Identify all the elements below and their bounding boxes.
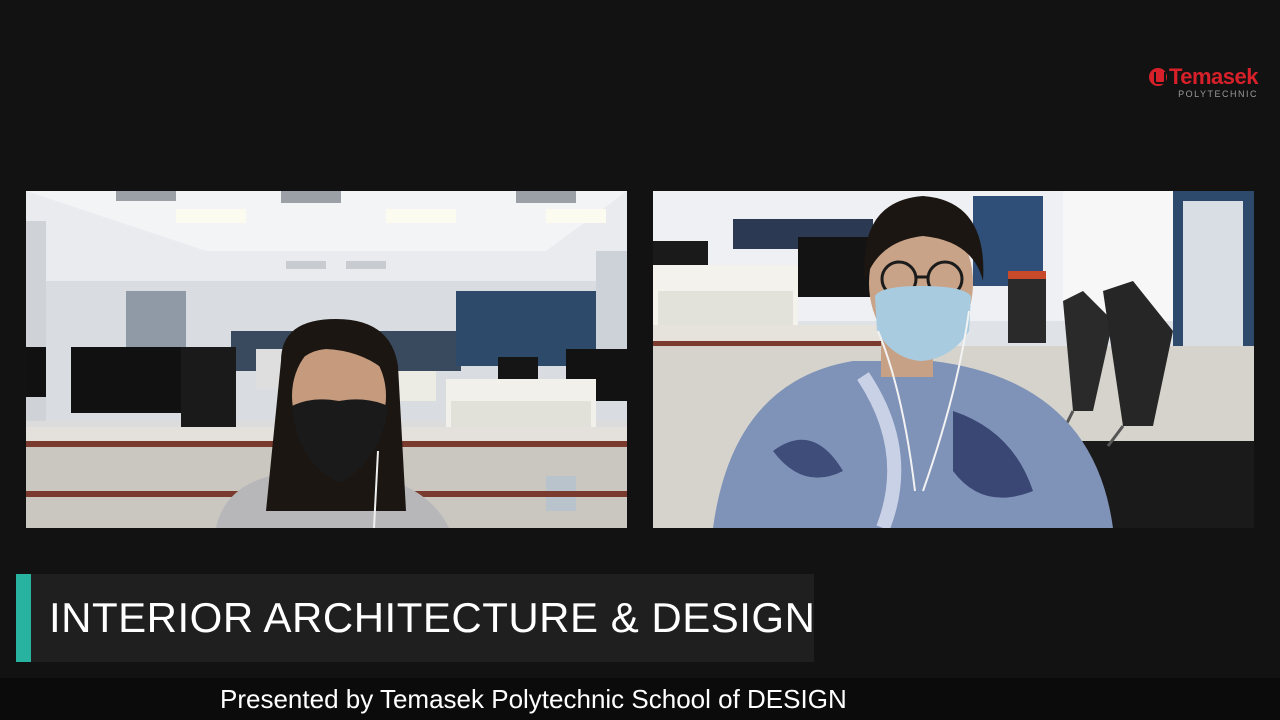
- video-tile-right[interactable]: [653, 191, 1254, 528]
- logo-subtitle: POLYTECHNIC: [1178, 89, 1258, 99]
- lower-third-caption: INTERIOR ARCHITECTURE & DESIGN: [16, 574, 816, 662]
- temasek-polytechnic-logo: Temasek POLYTECHNIC: [1148, 64, 1259, 99]
- logo-name: Temasek: [1168, 64, 1259, 89]
- video-tile-left[interactable]: [26, 191, 627, 528]
- program-title: INTERIOR ARCHITECTURE & DESIGN: [49, 594, 816, 641]
- temasek-logo-icon: [1148, 68, 1167, 86]
- presented-by-caption: Presented by Temasek Polytechnic School …: [220, 684, 847, 714]
- video-feed-right: [653, 191, 1254, 528]
- video-feed-left: [26, 191, 627, 528]
- caption-accent-bar: [16, 574, 31, 662]
